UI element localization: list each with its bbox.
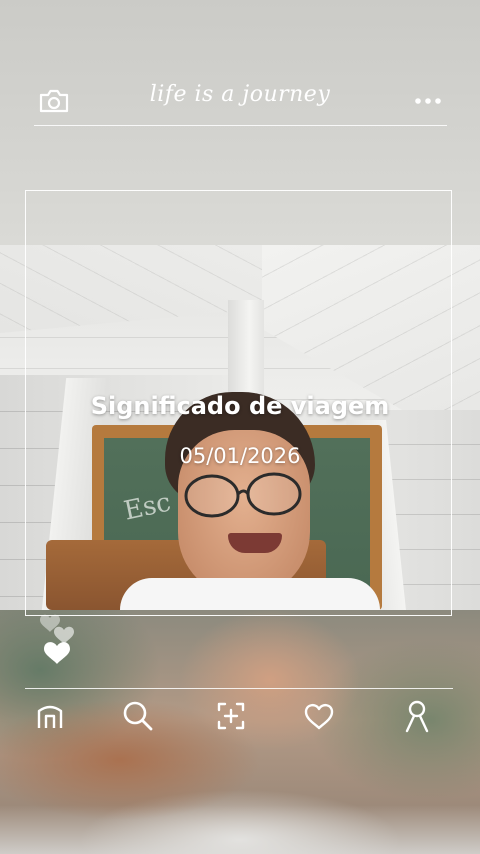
more-options-button[interactable] (410, 86, 446, 116)
header-divider (34, 125, 447, 126)
hearts-icon[interactable] (36, 608, 86, 670)
search-icon (123, 701, 153, 731)
home-icon (37, 705, 63, 728)
post-title: Significado de viagem (90, 392, 390, 420)
header: life is a journey (0, 70, 480, 130)
nav-profile[interactable] (395, 696, 439, 736)
add-photo-icon (217, 702, 245, 730)
nav-favorites[interactable] (297, 696, 341, 736)
nav-home[interactable] (28, 696, 72, 736)
nav-divider (25, 688, 453, 689)
nav-add-photo[interactable] (209, 696, 253, 736)
bottom-nav (0, 696, 480, 738)
camera-button[interactable] (36, 86, 72, 116)
nav-search[interactable] (116, 696, 160, 736)
profile-icon (405, 700, 429, 733)
camera-icon (39, 89, 69, 113)
more-dots-icon (415, 98, 441, 104)
post-date: 05/01/2026 (179, 444, 301, 468)
heart-icon (304, 704, 334, 730)
app-title: life is a journey (149, 82, 331, 107)
